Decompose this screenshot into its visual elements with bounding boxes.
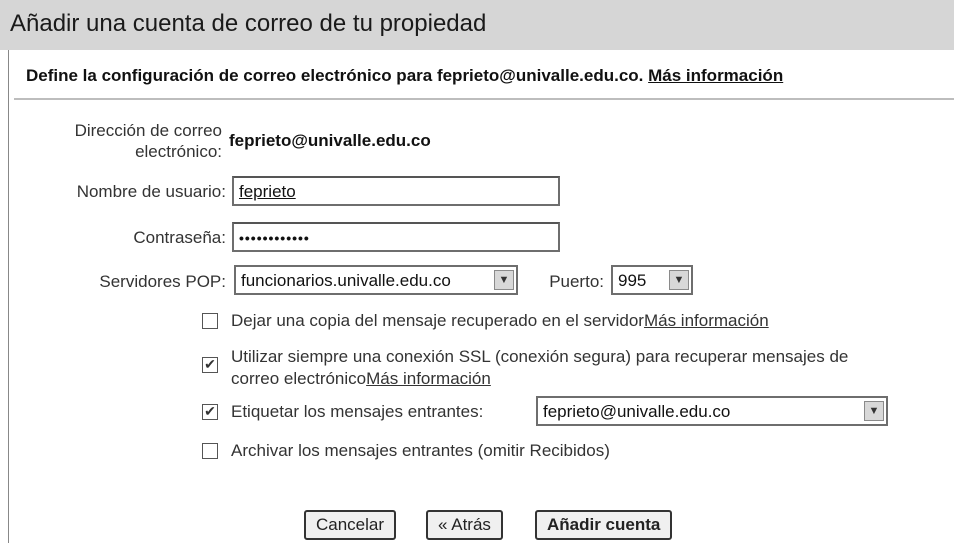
add-account-button[interactable]: Añadir cuenta	[535, 510, 673, 540]
back-button[interactable]: « Atrás	[426, 510, 503, 540]
label-incoming-text: Etiquetar los mensajes entrantes:	[231, 402, 484, 421]
username-label: Nombre de usuario:	[76, 182, 226, 201]
leave-copy-more-info-link[interactable]: Más información	[644, 311, 769, 330]
archive-text: Archivar los mensajes entrantes (omitir …	[231, 441, 610, 460]
leave-copy-checkbox[interactable]	[202, 313, 218, 329]
chevron-down-icon[interactable]: ▼	[494, 270, 514, 290]
checkmark-icon: ✔	[204, 403, 216, 419]
pop-server-select[interactable]: funcionarios.univalle.edu.co ▼	[234, 265, 518, 295]
subheading: Define la configuración de correo electr…	[26, 66, 783, 86]
chevron-down-icon[interactable]: ▼	[669, 270, 689, 290]
label-select[interactable]: feprieto@univalle.edu.co ▼	[536, 396, 888, 426]
label-incoming-checkbox[interactable]: ✔	[202, 404, 218, 420]
leave-copy-text: Dejar una copia del mensaje recuperado e…	[231, 311, 644, 330]
username-field[interactable]: feprieto	[232, 176, 560, 206]
divider	[14, 98, 954, 100]
dialog-title: Añadir una cuenta de correo de tu propie…	[10, 10, 487, 37]
chevron-down-icon[interactable]: ▼	[864, 401, 884, 421]
password-label: Contraseña:	[133, 228, 226, 247]
port-value: 995	[618, 271, 647, 290]
port-label: Puerto:	[549, 272, 604, 291]
ssl-text-line1: Utilizar siempre una conexión SSL (conex…	[231, 347, 849, 366]
ssl-option: Utilizar siempre una conexión SSL (conex…	[231, 346, 848, 390]
email-value: feprieto@univalle.edu.co	[229, 131, 431, 150]
port-select[interactable]: 995 ▼	[611, 265, 693, 295]
pop-server-value: funcionarios.univalle.edu.co	[241, 271, 451, 290]
email-label-line2: electrónico:	[135, 142, 222, 161]
checkmark-icon: ✔	[204, 356, 216, 372]
label-select-value: feprieto@univalle.edu.co	[543, 402, 731, 421]
ssl-more-info-link[interactable]: Más información	[366, 369, 491, 388]
subheading-text: Define la configuración de correo electr…	[26, 66, 644, 85]
email-label-line1: Dirección de correo	[74, 121, 222, 140]
archive-checkbox[interactable]	[202, 443, 218, 459]
password-value: ••••••••••••	[239, 230, 310, 246]
cancel-button[interactable]: Cancelar	[304, 510, 397, 540]
ssl-text-line2: correo electrónico	[231, 369, 367, 388]
subheading-more-info-link[interactable]: Más información	[648, 66, 783, 85]
pop-server-label: Servidores POP:	[99, 272, 226, 291]
dialog-titlebar: Añadir una cuenta de correo de tu propie…	[0, 0, 954, 50]
password-field[interactable]: ••••••••••••	[232, 222, 560, 252]
email-label: Dirección de correo electrónico:	[40, 120, 222, 162]
ssl-checkbox[interactable]: ✔	[202, 357, 218, 373]
leave-copy-option: Dejar una copia del mensaje recuperado e…	[231, 311, 769, 331]
username-value: feprieto	[239, 182, 296, 201]
